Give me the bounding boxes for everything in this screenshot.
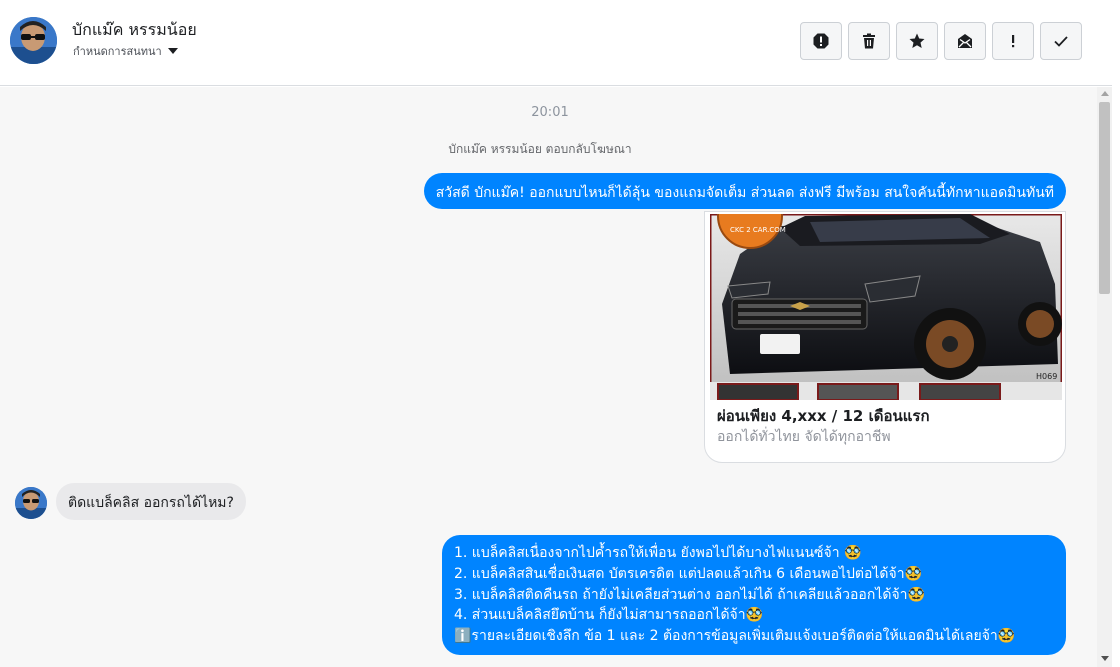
- done-check-icon: [1054, 36, 1068, 47]
- message-timestamp: 20:01: [531, 105, 569, 120]
- spam-icon: [813, 33, 829, 49]
- mark-unread-icon: [958, 34, 972, 48]
- header-actions: [800, 22, 1082, 60]
- scroll-down-arrow-icon[interactable]: [1101, 656, 1109, 661]
- message-line: 2. แบล็คลิสสินเชื่อเงินสด บัตรเครดิต แต่…: [454, 565, 923, 582]
- star-button[interactable]: [896, 22, 938, 60]
- message-line: 4. ส่วนแบล็คลิสยึดบ้าน ก็ยังไม่สามารถออก…: [454, 607, 764, 624]
- mark-done-button[interactable]: [1040, 22, 1082, 60]
- message-thread: 20:01 บักแม๊ค หรรมน้อย ตอบกลับโฆษณา สวัส…: [0, 87, 1097, 667]
- contact-avatar[interactable]: [10, 17, 57, 64]
- incoming-message: ติดแบล็คลิส ออกรถได้ไหม?: [56, 483, 246, 520]
- caret-down-icon: [167, 48, 178, 54]
- trash-icon: [863, 33, 875, 49]
- message-line: ℹ️รายละเอียดเชิงลึก ข้อ 1 และ 2 ต้องการข…: [454, 628, 1016, 645]
- mark-important-button[interactable]: [992, 22, 1034, 60]
- image-badge: CKC 2 CAR.COM: [730, 226, 786, 234]
- car-image: CKC 2 CAR.COM H069: [710, 214, 1062, 400]
- status-label: กำหนดการสนทนา: [73, 45, 162, 58]
- ad-card-subtitle: ออกได้ทั่วไทย จัดได้ทุกอาชีพ: [717, 429, 891, 445]
- image-code: H069: [1036, 372, 1057, 381]
- star-icon: [909, 33, 925, 48]
- contact-name: บักแม๊ค หรรมน้อย: [72, 20, 197, 39]
- important-icon: [1012, 35, 1015, 48]
- outgoing-message: สวัสดี บักแม๊ค! ออกแบบไหนก็ได้ลุ้น ของแถ…: [423, 173, 1066, 209]
- ad-card[interactable]: CKC 2 CAR.COM H069 ผ่อนเพียง 4,xxx / 12 …: [704, 211, 1066, 463]
- report-spam-button[interactable]: [800, 22, 842, 60]
- window-edge: [1112, 0, 1120, 667]
- outgoing-message-multiline: 1. แบล็คลิสเนื่องจากไปค้ำรถให้เพื่อน ยัง…: [442, 535, 1066, 655]
- message-line: 3. แบล็คลิสติดคืนรถ ถ้ายังไม่เคลียส่วนต่…: [454, 586, 925, 603]
- scroll-up-arrow-icon[interactable]: [1101, 91, 1109, 96]
- contact-avatar-small: [15, 487, 47, 519]
- message-line: 1. แบล็คลิสเนื่องจากไปค้ำรถให้เพื่อน ยัง…: [454, 545, 862, 561]
- scrollbar-thumb[interactable]: [1099, 102, 1110, 294]
- mark-unread-button[interactable]: [944, 22, 986, 60]
- conversation-header: บักแม๊ค หรรมน้อย กำหนดการสนทนา: [0, 0, 1120, 86]
- conversation-status-dropdown[interactable]: กำหนดการสนทนา: [73, 42, 178, 60]
- delete-button[interactable]: [848, 22, 890, 60]
- vertical-scrollbar[interactable]: [1097, 87, 1112, 667]
- system-note: บักแม๊ค หรรมน้อย ตอบกลับโฆษณา: [448, 142, 632, 156]
- ad-card-title: ผ่อนเพียง 4,xxx / 12 เดือนแรก: [717, 407, 930, 425]
